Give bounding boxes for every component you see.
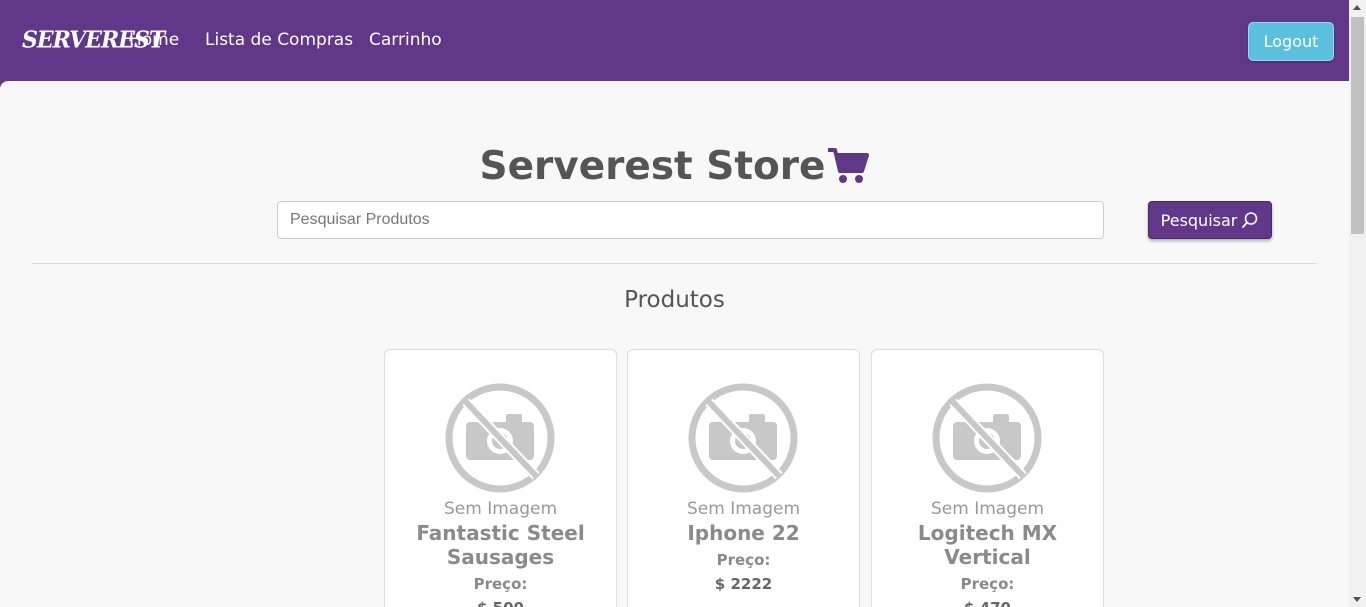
section-title-produtos: Produtos xyxy=(624,287,725,313)
product-name: Iphone 22 xyxy=(687,521,800,545)
search-input[interactable] xyxy=(277,201,1104,239)
price-label: Preço: xyxy=(473,575,528,593)
product-card: Sem Imagem Iphone 22 Preço: $ 2222 xyxy=(627,349,860,607)
scrollbar-thumb[interactable] xyxy=(1351,17,1364,234)
main-content: Serverest Store Pesquisar Produtos Sem I… xyxy=(0,81,1349,607)
product-card: Sem Imagem Fantastic Steel Sausages Preç… xyxy=(384,349,617,607)
price-label: Preço: xyxy=(960,575,1015,593)
nav-link-carrinho[interactable]: Carrinho xyxy=(369,30,442,50)
product-info: Iphone 22 Preço: $ 2222 xyxy=(638,521,849,596)
no-camera-icon xyxy=(688,383,798,493)
vertical-scrollbar[interactable] xyxy=(1349,0,1366,607)
search-button-label: Pesquisar xyxy=(1160,210,1238,230)
page-title-text: Serverest Store xyxy=(479,144,826,189)
top-navbar: SERVEREST Home Lista de Compras Carrinho… xyxy=(0,0,1349,81)
product-card: Sem Imagem Logitech MX Vertical Preço: $… xyxy=(871,349,1104,607)
price-label: Preço: xyxy=(716,551,771,569)
search-icon xyxy=(1242,212,1258,228)
no-image-text: Sem Imagem xyxy=(930,499,1044,519)
nav-link-lista-de-compras[interactable]: Lista de Compras xyxy=(205,30,353,50)
search-button[interactable]: Pesquisar xyxy=(1148,201,1272,239)
product-name: Fantastic Steel Sausages xyxy=(416,521,585,569)
product-info: Fantastic Steel Sausages Preço: $ 500 xyxy=(395,521,606,607)
product-price: $ 500 xyxy=(395,596,606,607)
no-camera-icon xyxy=(445,383,555,493)
page-title: Serverest Store xyxy=(0,144,1349,195)
product-price: $ 2222 xyxy=(714,575,773,593)
nav-link-home[interactable]: Home xyxy=(129,30,179,50)
no-image-text: Sem Imagem xyxy=(686,499,800,519)
no-camera-icon xyxy=(932,383,1042,493)
product-name: Logitech MX Vertical xyxy=(917,521,1058,569)
product-info: Logitech MX Vertical Preço: $ 470 xyxy=(882,521,1093,607)
divider xyxy=(32,263,1317,264)
scroll-up-arrow-icon[interactable] xyxy=(1353,5,1361,10)
no-image-text: Sem Imagem xyxy=(443,499,557,519)
product-price: $ 470 xyxy=(882,596,1093,607)
scroll-down-arrow-icon[interactable] xyxy=(1353,597,1361,602)
logout-button[interactable]: Logout xyxy=(1248,22,1334,61)
cart-icon xyxy=(827,147,870,195)
